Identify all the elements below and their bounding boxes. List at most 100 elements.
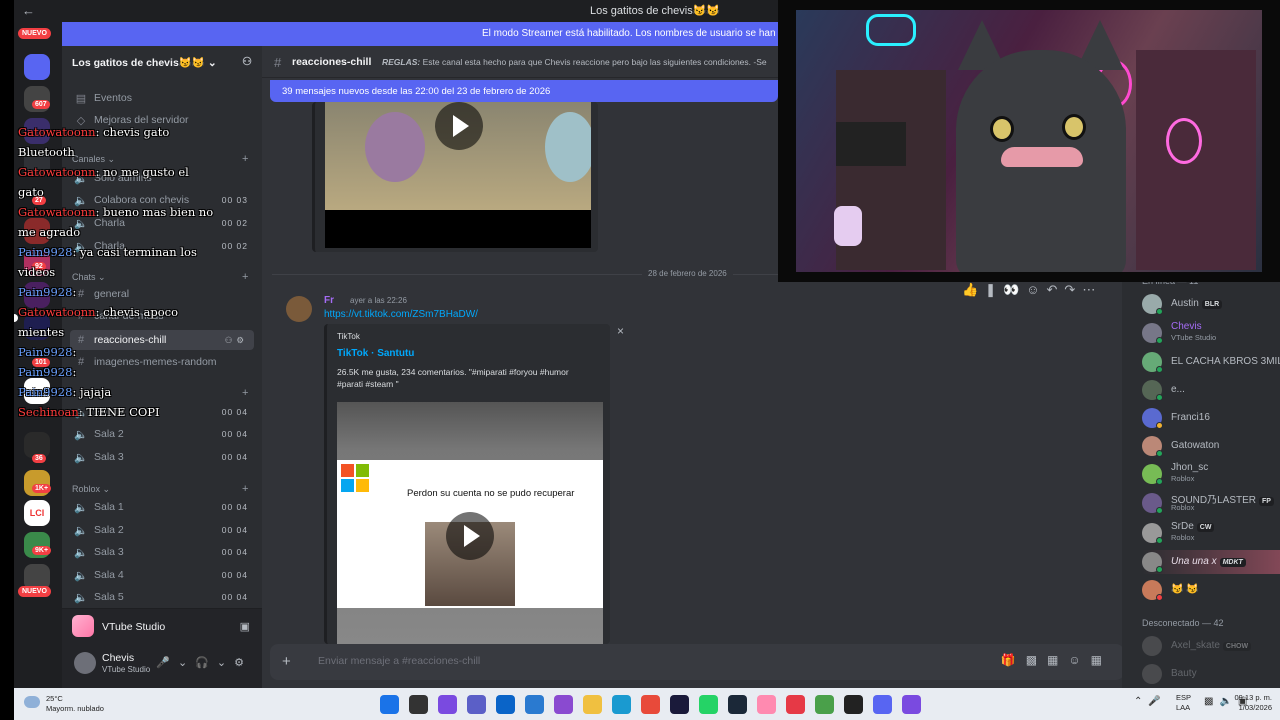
weather-desc: Mayorm. nublado [46,704,104,713]
copilot-icon[interactable] [438,695,457,714]
channel-settings-icon[interactable]: ⚇⚙ [225,335,248,346]
speaker-icon: 🔈 [74,451,88,464]
attach-plus-icon[interactable]: + [282,653,291,670]
member-item[interactable]: SrDe CW Roblox [1142,521,1280,545]
screen-share-icon[interactable]: ▣ [240,620,250,633]
composer-placeholder[interactable]: Enviar mensaje a #reacciones-chill [318,655,480,667]
app-icon[interactable] [815,695,834,714]
embed-description: 26.5K me gusta, 234 comentarios. "#mipar… [337,367,569,389]
events-link[interactable]: ▤ Eventos [70,88,254,108]
server-icon[interactable] [24,54,50,80]
start-icon[interactable] [380,695,399,714]
member-item[interactable]: Franci16 [1142,406,1280,430]
channel-sala[interactable]: 🔈 Sala 2 00 04 [70,424,254,444]
message-composer[interactable]: + Enviar mensaje a #reacciones-chill 🎁▩▦… [270,644,1124,680]
close-icon[interactable]: × [617,324,624,338]
channel-label: Sala 2 [94,428,124,440]
tray-icons[interactable]: ⌃🎤 [1134,696,1167,707]
edge-icon[interactable] [612,695,631,714]
add-channel-icon[interactable]: + [242,483,248,495]
member-item[interactable]: Jhon_sc Roblox [1142,462,1280,486]
play-icon[interactable] [446,512,494,560]
add-channel-icon[interactable]: + [242,387,248,399]
add-channel-icon[interactable]: + [242,271,248,283]
teams-icon[interactable] [467,695,486,714]
message-link[interactable]: https://vt.tiktok.com/ZSm7BHaDW/ [324,309,478,320]
add-channel-icon[interactable]: + [242,153,248,165]
hash-icon: # [274,55,282,70]
language-indicator[interactable]: ESP LAA [1176,693,1191,713]
user-limit-count: 00 04 [221,407,248,417]
category-roblox[interactable]: Roblox ⌄ + [72,483,248,495]
embed-title[interactable]: TikTok · Santutu [337,348,414,359]
video-caption: Perdon su cuenta no se pudo recuperar [407,488,575,499]
chrome-icon[interactable] [641,695,660,714]
user-limit-count: 00 02 [221,218,248,228]
new-messages-banner[interactable]: 39 mensajes nuevos desde las 22:00 del 2… [270,80,778,102]
overlay-chat-line: Pain9928: [18,285,77,299]
guild-header[interactable]: Los gatitos de chevis😼😼 ⌄ ⚇ [62,46,262,78]
member-item[interactable]: Gatowaton [1142,434,1280,458]
channel-label: Eventos [94,92,132,104]
capcut-icon[interactable] [844,695,863,714]
channel-sala[interactable]: 🔈 Sala 3 00 04 [70,542,254,562]
text-app-icon[interactable] [786,695,805,714]
file-explorer-icon[interactable] [583,695,602,714]
back-arrow-icon[interactable]: ← [22,3,35,18]
steam-icon[interactable] [728,695,747,714]
member-item[interactable]: Axel_skate CHOW [1142,634,1280,658]
member-item[interactable]: e... [1142,378,1280,402]
app-icon[interactable] [902,695,921,714]
outlook-icon[interactable] [525,695,544,714]
member-item[interactable]: Chevis VTube Studio [1142,321,1280,345]
gamepad-neon-icon [866,14,916,46]
app-icon[interactable] [554,695,573,714]
message-author[interactable]: Fr [324,295,334,306]
video-player[interactable] [325,102,591,248]
user-status: VTube Studio [102,665,151,674]
member-item[interactable]: Austin BLR [1142,292,1280,316]
user-limit-count: 00 03 [221,195,248,205]
clock-date: 1/03/2026 [1238,703,1272,712]
member-item[interactable]: Una una x MDKT [1142,550,1280,574]
overlay-chat-line: Gatowatoonn: chevis apoco mientes [18,305,178,339]
store-icon[interactable] [496,695,515,714]
guild-name: Los gatitos de chevis😼😼 [72,57,205,69]
unread-count-badge: 1K+ [32,484,52,493]
clock[interactable]: 09:13 p. m. 1/03/2026 [1234,693,1272,713]
speaker-icon: 🔈 [74,546,88,559]
invite-user-icon[interactable]: ⚇ [242,55,252,68]
composer-tools-icons[interactable]: 🎁▩▦☺▦ [1001,653,1112,667]
avatar[interactable] [286,296,312,322]
overlay-chat-line: Pain9928: ya casi terminan los videos [18,245,197,279]
server-icon[interactable]: LCI [24,500,50,526]
channel-sala[interactable]: 🔈 Sala 5 00 04 [70,587,254,607]
message-timestamp: ayer a las 22:26 [350,296,407,305]
channel-topic[interactable]: REGLAS: Este canal esta hecho para que C… [382,57,777,67]
user-limit-count: 00 04 [221,452,248,462]
video-player[interactable]: Perdon su cuenta no se pudo recuperar [337,402,603,644]
task-view-icon[interactable] [409,695,428,714]
channel-sala[interactable]: 🔈 Sala 2 00 04 [70,520,254,540]
member-item[interactable]: 😼 😼 [1142,578,1280,602]
member-item[interactable]: Bauty [1142,662,1280,686]
stream-camera-overlay [778,0,1280,282]
channel-sala[interactable]: 🔈 Sala 1 00 04 [70,497,254,517]
new-badge: NUEVO [18,586,51,597]
member-item[interactable]: SOUND乃LASTER FP Roblox [1142,491,1280,515]
avatar[interactable] [74,652,96,674]
whatsapp-icon[interactable] [699,695,718,714]
weather-widget[interactable]: 25°C Mayorm. nublado [24,694,104,714]
message-actions[interactable]: 👍❚👀☺↶↷⋯ [962,282,1102,298]
username: Chevis [102,652,135,664]
voice-controls[interactable]: 🎤⌄🎧⌄⚙ [156,656,252,669]
animate-icon[interactable] [670,695,689,714]
member-item[interactable]: EL CACHA KBROS 3MIL [1142,350,1280,374]
play-icon[interactable] [435,102,483,150]
user-limit-count: 00 04 [221,547,248,557]
channel-sala[interactable]: 🔈 Sala 4 00 04 [70,565,254,585]
vtube-studio-icon[interactable] [757,695,776,714]
discord-icon[interactable] [873,695,892,714]
activity-panel[interactable]: VTube Studio ▣ [62,608,262,644]
channel-sala[interactable]: 🔈 Sala 3 00 04 [70,447,254,467]
